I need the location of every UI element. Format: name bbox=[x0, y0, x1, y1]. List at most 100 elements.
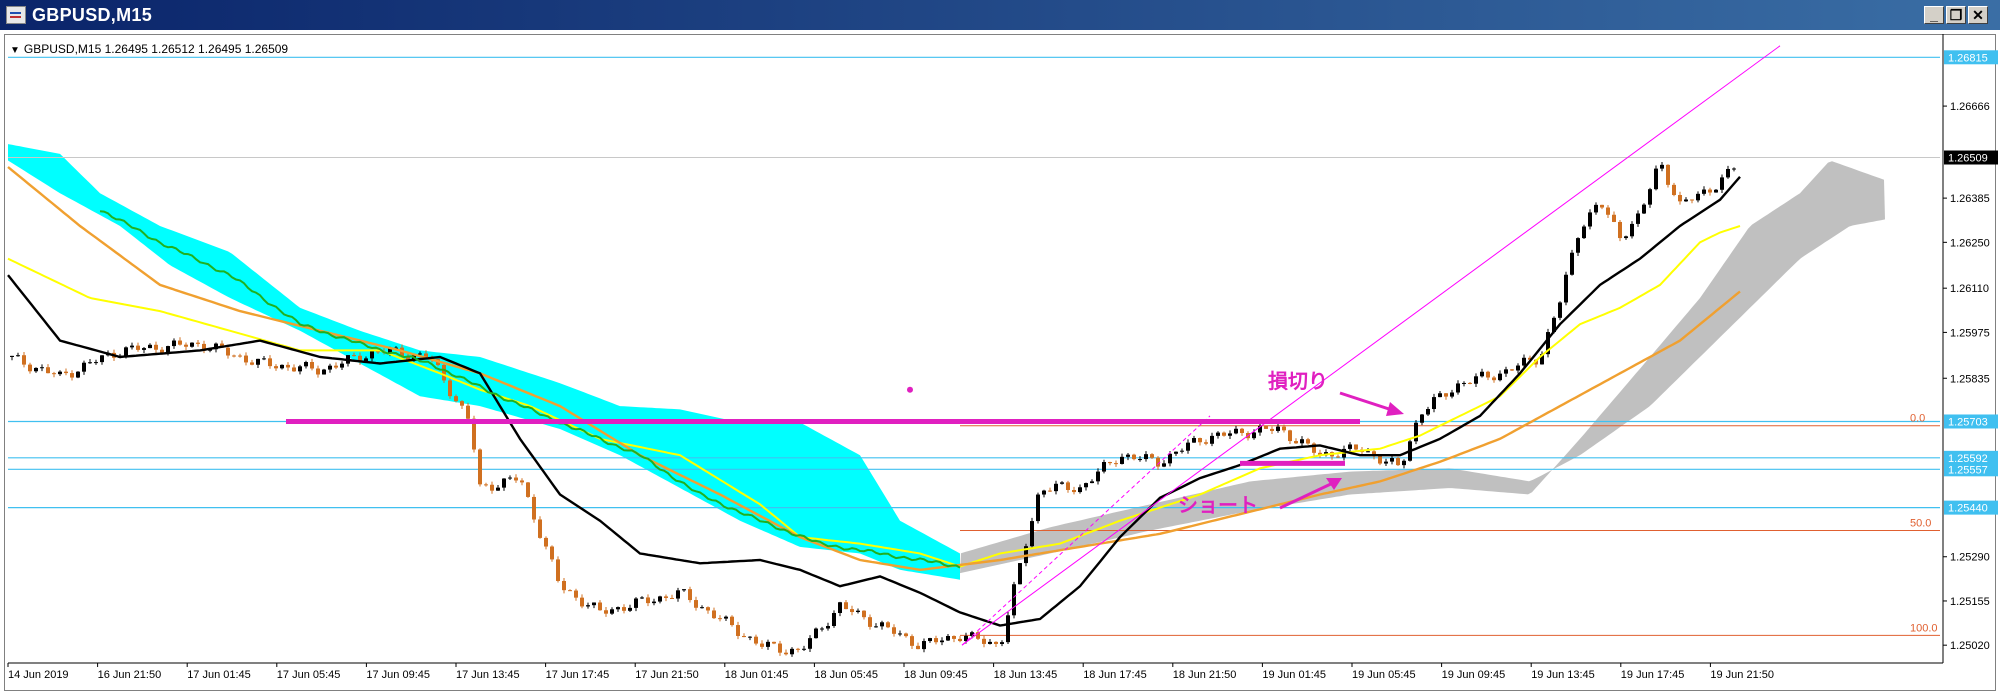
candle-body bbox=[1102, 462, 1106, 472]
ichimoku-cloud-bear bbox=[960, 161, 1885, 574]
candle-body bbox=[556, 559, 560, 581]
candle-body bbox=[832, 613, 836, 626]
candle-body bbox=[1084, 483, 1088, 488]
candle-body bbox=[232, 355, 236, 357]
price-tick-label-2: 1.26250 bbox=[1950, 237, 1990, 249]
price-tick-label-0: 1.26666 bbox=[1950, 101, 1990, 113]
candle-body bbox=[1612, 214, 1616, 222]
candle-body bbox=[1204, 442, 1208, 444]
candle-body bbox=[1456, 383, 1460, 393]
candle-body bbox=[1168, 453, 1172, 464]
candle-body bbox=[28, 364, 32, 372]
candle-body bbox=[34, 367, 38, 372]
candle-body bbox=[1570, 252, 1574, 275]
candle-body bbox=[1462, 382, 1466, 384]
candle-body bbox=[1696, 193, 1700, 201]
candle-body bbox=[1174, 451, 1178, 454]
price-tick-label-5: 1.25835 bbox=[1950, 373, 1990, 385]
candle-body bbox=[274, 366, 278, 369]
candle-body bbox=[1522, 357, 1526, 366]
candle-body bbox=[790, 648, 794, 655]
time-tick-label-0: 14 Jun 2019 bbox=[8, 669, 69, 681]
hline-price-tag-3: 1.25557 bbox=[1948, 464, 1988, 476]
candle-body bbox=[1354, 444, 1358, 450]
candle-body bbox=[1192, 438, 1196, 443]
candle-body bbox=[1054, 483, 1058, 492]
candle-body bbox=[304, 362, 308, 367]
candle-body bbox=[184, 344, 188, 347]
candle-body bbox=[82, 362, 86, 372]
candle-body bbox=[154, 344, 158, 350]
candle-body bbox=[1678, 195, 1682, 202]
candle-body bbox=[466, 405, 470, 419]
candle-body bbox=[502, 478, 506, 488]
candle-body bbox=[730, 616, 734, 626]
price-tick-label-3: 1.26110 bbox=[1950, 283, 1989, 295]
candle-body bbox=[1150, 454, 1154, 458]
candle-body bbox=[628, 607, 632, 611]
candle-body bbox=[958, 638, 962, 642]
time-tick-label-12: 18 Jun 17:45 bbox=[1083, 669, 1147, 681]
hline-price-tag-4: 1.25440 bbox=[1948, 503, 1988, 515]
candle-body bbox=[844, 602, 848, 610]
candle-body bbox=[1294, 441, 1298, 444]
candle-body bbox=[658, 596, 662, 602]
candle-body bbox=[1042, 490, 1046, 495]
candle-body bbox=[736, 625, 740, 636]
candle-body bbox=[1588, 212, 1592, 227]
candle-body bbox=[1288, 430, 1292, 442]
candle-body bbox=[550, 546, 554, 560]
candle-body bbox=[1036, 494, 1040, 522]
candle-body bbox=[58, 371, 62, 375]
candle-body bbox=[1252, 432, 1256, 439]
candle-body bbox=[1306, 439, 1310, 444]
candle-body bbox=[1720, 177, 1724, 190]
candle-body bbox=[1714, 189, 1718, 193]
candles bbox=[10, 162, 1736, 657]
candle-body bbox=[952, 635, 956, 639]
candle-body bbox=[622, 607, 626, 611]
candle-body bbox=[1582, 226, 1586, 239]
candle-body bbox=[1504, 369, 1508, 374]
candle-body bbox=[1390, 458, 1394, 462]
candle-body bbox=[64, 371, 68, 374]
candle-body bbox=[772, 641, 776, 644]
candle-body bbox=[1012, 584, 1016, 616]
price-tick-label-8: 1.25020 bbox=[1950, 640, 1990, 652]
candle-body bbox=[1108, 462, 1112, 464]
candle-body bbox=[640, 597, 644, 599]
candle-body bbox=[1702, 189, 1706, 194]
candle-body bbox=[250, 362, 254, 365]
price-chart[interactable]: 0.0 50.0 100.0 損切りショート 1.26666 1.26385 1.26250… bbox=[0, 0, 2000, 695]
candle-body bbox=[796, 648, 800, 650]
candle-body bbox=[562, 580, 566, 591]
candle-body bbox=[1492, 377, 1496, 381]
candle-body bbox=[1300, 439, 1304, 444]
candle-body bbox=[460, 401, 464, 406]
candle-body bbox=[1384, 461, 1388, 464]
candle-body bbox=[886, 622, 890, 628]
candle-body bbox=[874, 626, 878, 628]
candle-body bbox=[1642, 204, 1646, 214]
candle-body bbox=[262, 358, 266, 360]
candle-body bbox=[688, 589, 692, 601]
candle-body bbox=[856, 610, 860, 613]
candle-body bbox=[418, 353, 422, 355]
price-tick-label-4: 1.25975 bbox=[1950, 327, 1990, 339]
candle-body bbox=[148, 344, 152, 349]
candle-body bbox=[322, 369, 326, 375]
symbol-dropdown-icon[interactable]: ▼ bbox=[10, 45, 20, 56]
candle-body bbox=[760, 643, 764, 647]
candle-body bbox=[268, 358, 272, 367]
candle-body bbox=[922, 641, 926, 650]
time-tick-label-8: 18 Jun 01:45 bbox=[725, 669, 789, 681]
candle-body bbox=[70, 373, 74, 378]
candle-body bbox=[1402, 460, 1406, 466]
candle-body bbox=[1636, 213, 1640, 224]
candle-body bbox=[646, 597, 650, 604]
candle-body bbox=[1336, 456, 1340, 458]
time-tick-label-9: 18 Jun 05:45 bbox=[814, 669, 878, 681]
candle-body bbox=[310, 362, 314, 369]
candle-body bbox=[196, 342, 200, 344]
candle-body bbox=[982, 638, 986, 644]
